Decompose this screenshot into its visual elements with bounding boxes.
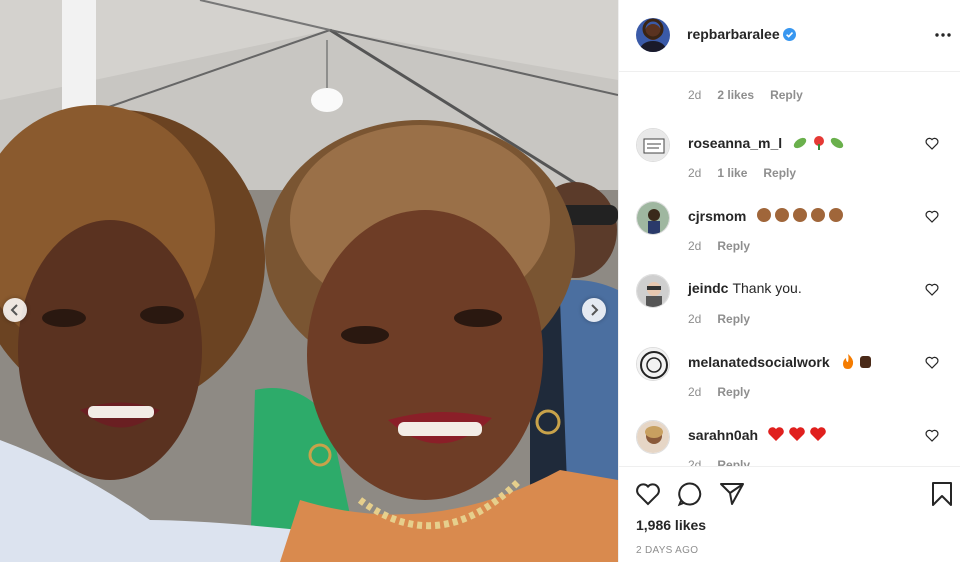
- post-side-panel: repbarbaralee 2d 2 likes Reply roseanna_…: [618, 0, 960, 562]
- bookmark-icon[interactable]: [929, 481, 955, 507]
- likes-count[interactable]: 1,986 likes: [636, 517, 706, 533]
- comment-like-heart-icon[interactable]: [925, 283, 939, 296]
- commenter-avatar[interactable]: [636, 128, 670, 162]
- comment-like-heart-icon[interactable]: [925, 210, 939, 223]
- comment-meta: 2d 1 like Reply: [688, 166, 796, 180]
- comment-reply-button[interactable]: Reply: [717, 458, 750, 466]
- comments-list[interactable]: 2d 2 likes Reply roseanna_m_l 2d 1 like …: [619, 73, 960, 466]
- caption-reply-button[interactable]: Reply: [770, 88, 803, 102]
- commenter-avatar[interactable]: [636, 201, 670, 235]
- chevron-left-icon: [10, 304, 18, 316]
- clapping-hands-emoji-icon: [757, 208, 844, 222]
- comment-like-heart-icon[interactable]: [925, 356, 939, 369]
- comment-age: 2d: [688, 312, 702, 326]
- comment-age: 2d: [688, 239, 702, 253]
- comment-item: sarahn0ah 2d Reply: [619, 420, 960, 466]
- fire-raised-fist-emoji-icon: [842, 354, 871, 369]
- comment-item: melanatedsocialwork 2d Reply: [619, 347, 960, 407]
- heart-icon[interactable]: [635, 481, 661, 507]
- author-avatar[interactable]: [636, 18, 670, 52]
- comment-text: roseanna_m_l: [688, 134, 846, 151]
- comment-username[interactable]: jeindc: [688, 280, 728, 296]
- caption-age: 2d: [688, 88, 702, 102]
- author-username[interactable]: repbarbaralee: [687, 26, 780, 42]
- caption-meta: 2d 2 likes Reply: [688, 88, 803, 102]
- comment-text: cjrsmom: [688, 207, 848, 224]
- chevron-right-icon: [591, 304, 599, 316]
- comment-meta: 2d Reply: [688, 312, 750, 326]
- post-date[interactable]: 2 DAYS AGO: [636, 545, 698, 556]
- comment-reply-button[interactable]: Reply: [717, 239, 750, 253]
- comment-username[interactable]: melanatedsocialwork: [688, 354, 830, 370]
- red-heart-emoji-icon: [768, 427, 826, 441]
- comment-icon[interactable]: [677, 481, 703, 507]
- comment-likes[interactable]: 1 like: [717, 166, 747, 180]
- post-header: repbarbaralee: [619, 0, 960, 72]
- comment-item: cjrsmom 2d Reply: [619, 201, 960, 261]
- comment-reply-button[interactable]: Reply: [717, 312, 750, 326]
- comment-text: melanatedsocialwork: [688, 353, 874, 370]
- comment-age: 2d: [688, 385, 702, 399]
- carousel-prev-button[interactable]: [3, 298, 27, 322]
- commenter-avatar[interactable]: [636, 274, 670, 308]
- comment-username[interactable]: roseanna_m_l: [688, 135, 782, 151]
- comment-age: 2d: [688, 166, 702, 180]
- comment-meta: 2d Reply: [688, 239, 750, 253]
- verified-badge-icon: [783, 28, 796, 41]
- post-actions-bar: 1,986 likes 2 DAYS AGO: [619, 466, 960, 562]
- comment-username[interactable]: cjrsmom: [688, 208, 746, 224]
- more-options-icon[interactable]: [933, 28, 953, 42]
- comment-reply-button[interactable]: Reply: [717, 385, 750, 399]
- comment-username[interactable]: sarahn0ah: [688, 427, 758, 443]
- comment-reply-button[interactable]: Reply: [763, 166, 796, 180]
- comment-like-heart-icon[interactable]: [925, 429, 939, 442]
- caption-likes[interactable]: 2 likes: [717, 88, 754, 102]
- comment-meta: 2d Reply: [688, 385, 750, 399]
- commenter-avatar[interactable]: [636, 420, 670, 454]
- comment-age: 2d: [688, 458, 702, 466]
- leaf-rose-leaf-emoji-icon: [793, 136, 844, 150]
- comment-text: sarahn0ah: [688, 426, 826, 443]
- comment-text: jeindc Thank you.: [688, 280, 802, 296]
- comment-body: Thank you.: [732, 280, 802, 296]
- commenter-avatar[interactable]: [636, 347, 670, 381]
- comment-meta: 2d Reply: [688, 458, 750, 466]
- comment-like-heart-icon[interactable]: [925, 137, 939, 150]
- post-photo[interactable]: [0, 0, 618, 562]
- carousel-next-button[interactable]: [582, 298, 606, 322]
- paper-plane-icon[interactable]: [719, 481, 745, 507]
- comment-item: jeindc Thank you. 2d Reply: [619, 274, 960, 334]
- comment-item: roseanna_m_l 2d 1 like Reply: [619, 128, 960, 188]
